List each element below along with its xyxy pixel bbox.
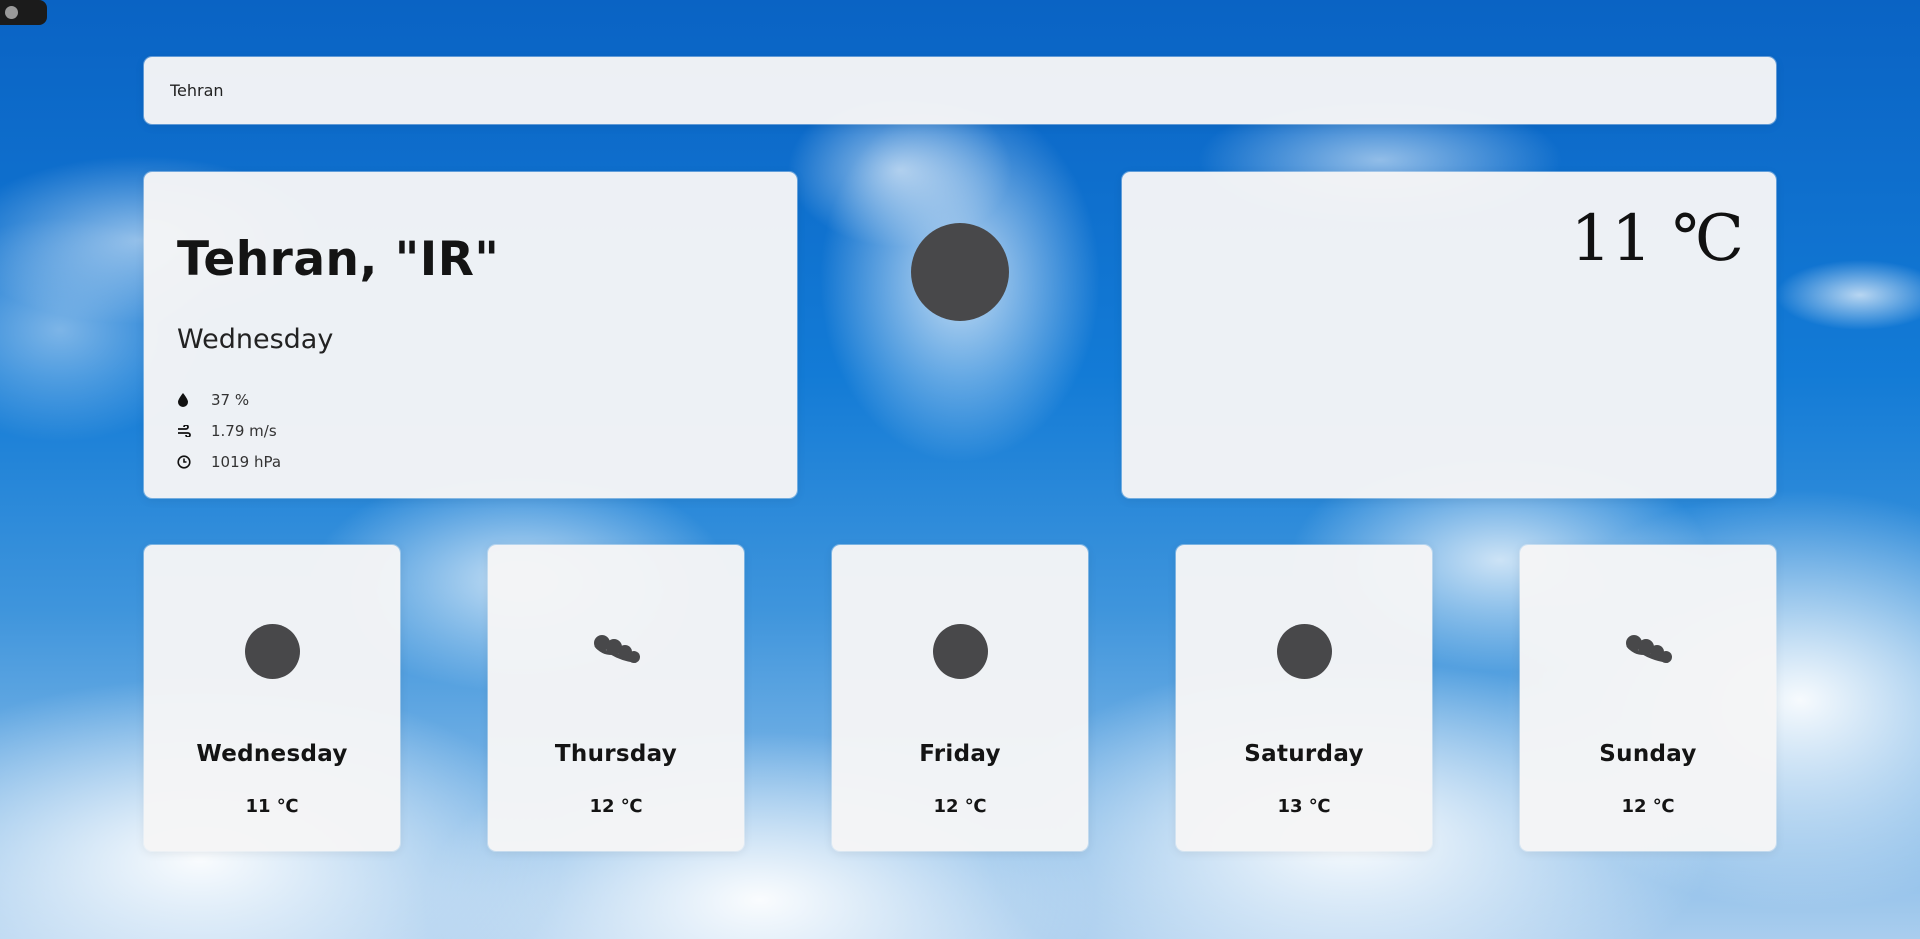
forecast-temp: 13 ℃ [1277, 796, 1331, 817]
wind-value: 1.79 m/s [211, 421, 277, 440]
forecast-day: Thursday [554, 741, 678, 767]
search-bar [144, 57, 1776, 124]
clouds-icon [1624, 629, 1672, 673]
forecast-card-thursday: Thursday 12 ℃ [488, 545, 744, 851]
forecast-temp: 11 ℃ [245, 796, 299, 817]
forecast-temp: 12 ℃ [1621, 796, 1675, 817]
city-title: Tehran, "IR" [177, 232, 500, 287]
clouds-icon [592, 629, 640, 673]
forecast-day: Saturday [1244, 741, 1364, 767]
sun-icon [1276, 623, 1332, 679]
forecast-card-wednesday: Wednesday 11 ℃ [144, 545, 400, 851]
temperature-card: 11 ℃ [1122, 172, 1776, 498]
clock-icon [177, 454, 211, 469]
forecast-temp: 12 ℃ [589, 796, 643, 817]
forecast-day: Wednesday [196, 741, 348, 767]
sun-icon [244, 623, 300, 679]
sun-icon [911, 223, 1009, 321]
weather-stats: 37 % 1.79 m/s 1019 hPa [177, 384, 281, 477]
forecast-day: Friday [919, 741, 1001, 767]
theme-toggle[interactable] [0, 0, 47, 25]
forecast-card-sunday: Sunday 12 ℃ [1520, 545, 1776, 851]
humidity-stat: 37 % [177, 384, 281, 415]
forecast-card-friday: Friday 12 ℃ [832, 545, 1088, 851]
current-day: Wednesday [177, 324, 334, 355]
wind-stat: 1.79 m/s [177, 415, 281, 446]
current-weather-card: Tehran, "IR" Wednesday 37 % 1.79 m/s 101… [144, 172, 797, 498]
forecast-day: Sunday [1599, 741, 1697, 767]
humidity-value: 37 % [211, 390, 250, 409]
current-temperature: 11 ℃ [1570, 202, 1744, 276]
toggle-knob [5, 6, 18, 19]
forecast-temp: 12 ℃ [933, 796, 987, 817]
wind-icon [177, 424, 211, 437]
search-input[interactable] [168, 80, 1752, 101]
forecast-card-saturday: Saturday 13 ℃ [1176, 545, 1432, 851]
pressure-value: 1019 hPa [211, 452, 282, 471]
pressure-stat: 1019 hPa [177, 446, 281, 477]
sun-icon [932, 623, 988, 679]
droplet-icon [177, 392, 211, 407]
